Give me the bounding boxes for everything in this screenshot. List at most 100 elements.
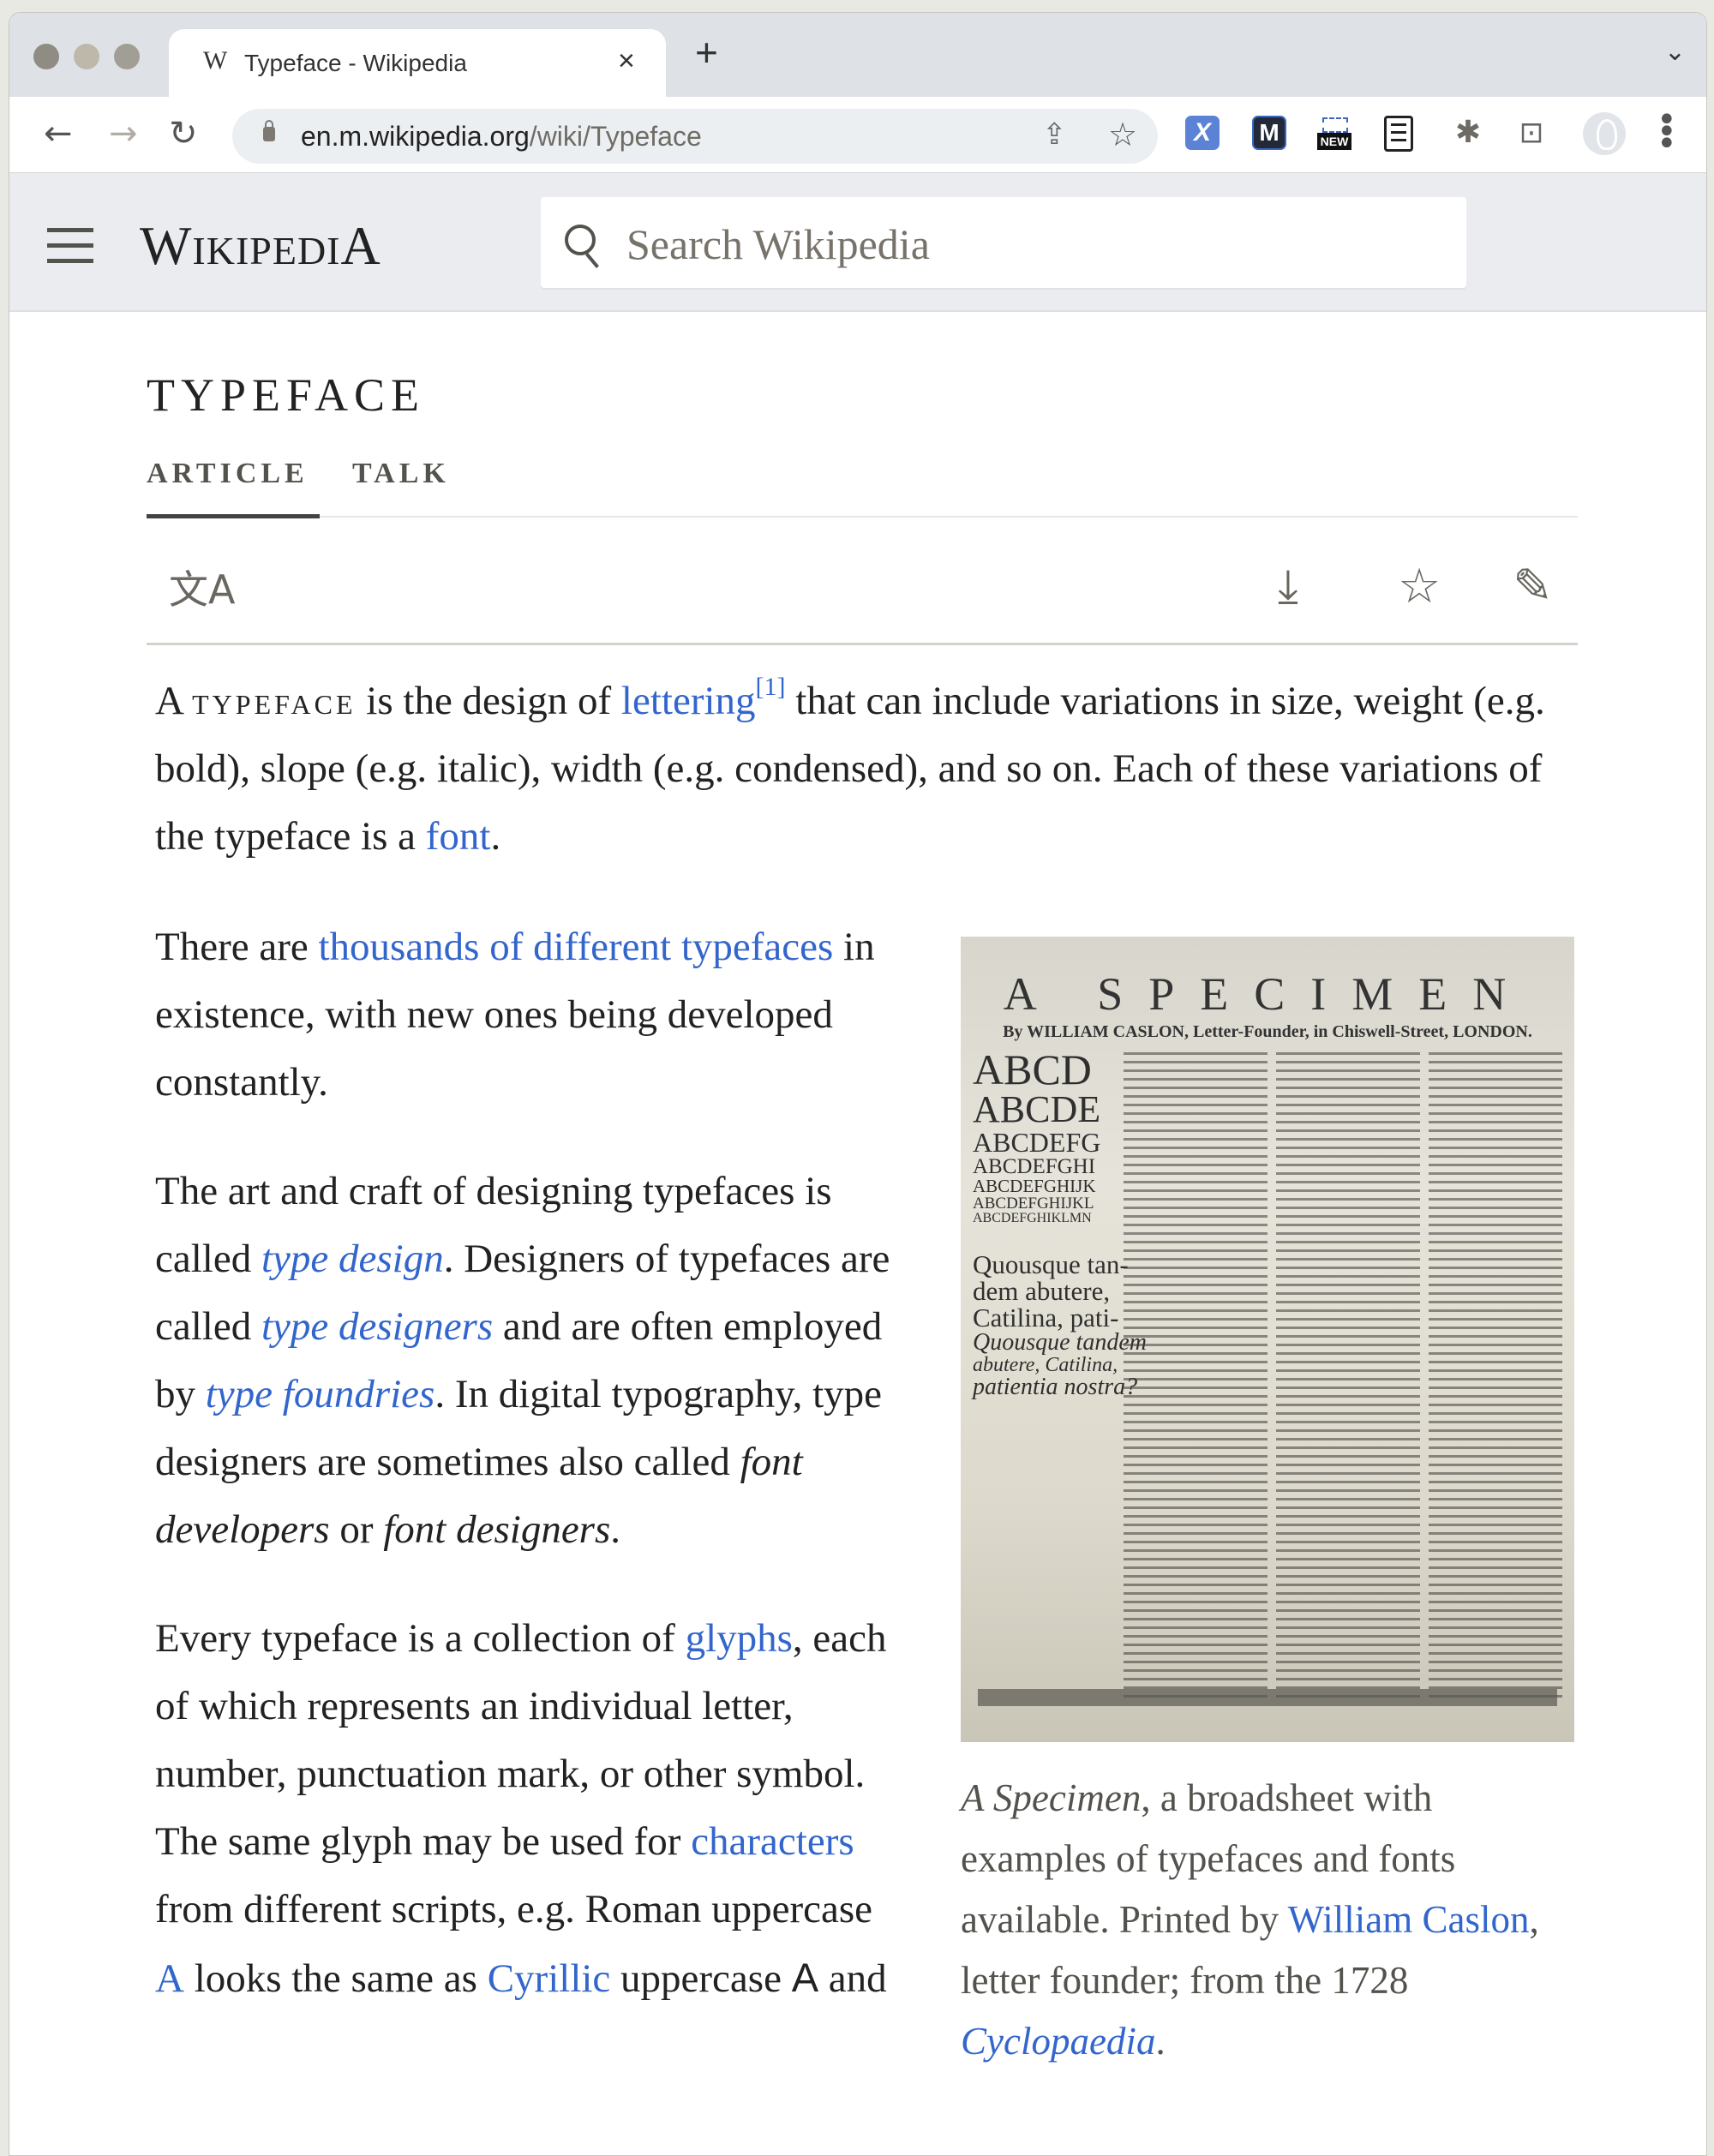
link-font[interactable]: font bbox=[426, 814, 491, 859]
profile-avatar[interactable] bbox=[1583, 112, 1626, 155]
reference-1[interactable]: [1] bbox=[756, 673, 786, 701]
tab-talk[interactable]: TALK bbox=[352, 458, 450, 490]
text: from different scripts, e.g. Roman upper… bbox=[155, 1887, 873, 1931]
back-arrow-icon[interactable]: ← bbox=[44, 112, 73, 155]
browser-menu-icon[interactable]: • • • bbox=[1657, 103, 1677, 161]
tab-strip: W Typeface - Wikipedia × + ⌄ bbox=[9, 13, 1706, 98]
watch-star-icon[interactable]: ☆ bbox=[1398, 559, 1441, 614]
cyrillic-a-glyph: А bbox=[791, 1955, 819, 2000]
link-list-of-typefaces[interactable]: thousands of different typefaces bbox=[318, 925, 833, 969]
text: is the design of bbox=[356, 679, 621, 723]
new-extension-frame bbox=[1322, 117, 1348, 133]
specimen-line: Quousque tandem bbox=[973, 1329, 1147, 1356]
lock-icon[interactable] bbox=[263, 120, 275, 141]
text: . bbox=[610, 1507, 621, 1552]
new-tab-button[interactable]: + bbox=[695, 33, 718, 72]
link-william-caslon[interactable]: William Caslon bbox=[1288, 1898, 1530, 1941]
tab-article[interactable]: ARTICLE bbox=[147, 458, 309, 490]
left-column: There are thousands of different typefac… bbox=[155, 913, 892, 2054]
link-type-design[interactable]: type design bbox=[261, 1237, 444, 1281]
specimen-line: Catilina, pati- bbox=[973, 1303, 1119, 1333]
tab-close-icon[interactable]: × bbox=[618, 45, 635, 78]
download-icon[interactable]: ⤓ bbox=[1278, 559, 1298, 614]
wikipedia-logo[interactable]: WIKIPEDIA bbox=[140, 214, 381, 278]
specimen-line: ABCDE bbox=[973, 1088, 1101, 1130]
text: Every typeface is a collection of bbox=[155, 1616, 686, 1661]
page-title: TYPEFACE bbox=[147, 369, 426, 421]
window-close-button[interactable] bbox=[33, 44, 59, 69]
browser-toolbar: ← → ↻ en.m.wikipedia.org/wiki/Typeface ⇪… bbox=[9, 97, 1706, 173]
specimen-line: patientia nostra? bbox=[973, 1374, 1138, 1400]
address-bar[interactable]: en.m.wikipedia.org/wiki/Typeface ⇪ ☆ bbox=[232, 109, 1158, 164]
text: There are bbox=[155, 925, 319, 969]
search-placeholder: Search Wikipedia bbox=[626, 220, 930, 268]
specimen-line: ABCD bbox=[973, 1045, 1092, 1093]
extensions-puzzle-icon[interactable]: ✱ bbox=[1451, 116, 1485, 150]
x-extension-icon[interactable]: X bbox=[1185, 116, 1220, 150]
specimen-line: ABCDEFGHIKLMN bbox=[973, 1211, 1092, 1225]
link-type-designers[interactable]: type designers bbox=[261, 1304, 493, 1349]
logo-a: A bbox=[340, 215, 381, 276]
paragraph-thousands: There are thousands of different typefac… bbox=[155, 913, 892, 1117]
specimen-line: ABCDEFGHIJK bbox=[973, 1176, 1096, 1196]
new-extension-icon[interactable]: NEW bbox=[1317, 116, 1351, 150]
link-a[interactable]: A bbox=[155, 1956, 184, 2001]
page-actions: 文A ⤓ ☆ ✎ bbox=[147, 559, 1578, 636]
m-extension-icon[interactable]: M bbox=[1252, 116, 1286, 150]
browser-tab[interactable]: W Typeface - Wikipedia × bbox=[169, 29, 666, 98]
browser-window: W Typeface - Wikipedia × + ⌄ ← → ↻ en.m.… bbox=[9, 12, 1707, 2156]
edit-pencil-icon[interactable]: ✎ bbox=[1513, 559, 1553, 614]
specimen-text-column bbox=[1429, 1052, 1562, 1704]
paragraph-glyphs: Every typeface is a collection of glyphs… bbox=[155, 1605, 892, 2013]
share-icon[interactable]: ⇪ bbox=[1042, 117, 1067, 152]
paragraph-intro: A typeface is the design of lettering[1]… bbox=[155, 667, 1578, 871]
search-input[interactable]: Search Wikipedia bbox=[541, 197, 1466, 288]
text: or bbox=[329, 1507, 384, 1552]
specimen-line: ABCDEFG bbox=[973, 1127, 1101, 1158]
active-tab-indicator bbox=[147, 514, 320, 518]
link-cyrillic[interactable]: Cyrillic bbox=[488, 1956, 611, 2001]
language-icon[interactable]: 文A bbox=[169, 559, 235, 615]
specimen-ornament-band bbox=[978, 1689, 1557, 1706]
paragraph-type-design: The art and craft of designing typefaces… bbox=[155, 1158, 892, 1564]
bold-term: typeface bbox=[192, 679, 357, 722]
logo-w: W bbox=[140, 215, 193, 276]
link-type-foundries[interactable]: type foundries bbox=[206, 1372, 435, 1416]
link-cyclopaedia[interactable]: Cyclopaedia bbox=[961, 2020, 1155, 2063]
link-characters[interactable]: characters bbox=[691, 1819, 854, 1864]
reload-icon[interactable]: ↻ bbox=[169, 112, 198, 155]
tab-title: Typeface - Wikipedia bbox=[244, 50, 467, 76]
specimen-line: ABCDEFGHI bbox=[973, 1155, 1096, 1178]
specimen-line: ABCDEFGHIJKL bbox=[973, 1195, 1094, 1213]
reader-extension-icon[interactable] bbox=[1384, 116, 1413, 152]
specimen-alphabet-block: ABCD ABCDE ABCDEFG ABCDEFGHI ABCDEFGHIJK… bbox=[973, 1048, 1147, 1399]
text: uppercase bbox=[610, 1956, 792, 2001]
specimen-title: A SPECIMEN bbox=[1003, 968, 1532, 1020]
specimen-text-column bbox=[1276, 1052, 1420, 1704]
hamburger-menu-icon[interactable] bbox=[47, 228, 93, 274]
forward-arrow-icon[interactable]: → bbox=[109, 112, 138, 155]
specimen-image[interactable]: A SPECIMEN By WILLIAM CASLON, Letter-Fou… bbox=[961, 937, 1574, 1742]
text: A bbox=[155, 679, 193, 723]
cast-icon[interactable]: ⊡ bbox=[1514, 116, 1549, 150]
tab-list-chevron-icon[interactable]: ⌄ bbox=[1664, 37, 1686, 67]
wikipedia-favicon-icon: W bbox=[203, 46, 228, 75]
text: . bbox=[490, 814, 501, 859]
window-minimize-button[interactable] bbox=[74, 44, 99, 69]
specimen-line: Quousque tan- bbox=[973, 1249, 1129, 1279]
wikipedia-header: WIKIPEDIA Search Wikipedia bbox=[9, 173, 1706, 312]
specimen-line: abutere, Catilina, bbox=[973, 1354, 1118, 1376]
window-maximize-button[interactable] bbox=[114, 44, 140, 69]
url-text[interactable]: en.m.wikipedia.org/wiki/Typeface bbox=[301, 121, 702, 153]
figure-caption: A Specimen, a broadsheet with examples o… bbox=[961, 1768, 1574, 2072]
text: . bbox=[1155, 2020, 1166, 2063]
url-host: en.m.wikipedia.org bbox=[301, 121, 530, 152]
logo-middle: IKIPEDI bbox=[192, 229, 341, 272]
specimen-subtitle: By WILLIAM CASLON, Letter-Founder, in Ch… bbox=[1003, 1022, 1532, 1041]
emphasis-font-designers: font designers bbox=[383, 1507, 611, 1552]
link-lettering[interactable]: lettering bbox=[621, 679, 756, 723]
actions-divider bbox=[147, 643, 1578, 645]
bookmark-star-icon[interactable]: ☆ bbox=[1108, 116, 1137, 153]
link-glyphs[interactable]: glyphs bbox=[686, 1616, 793, 1661]
tabs-divider bbox=[147, 516, 1578, 518]
